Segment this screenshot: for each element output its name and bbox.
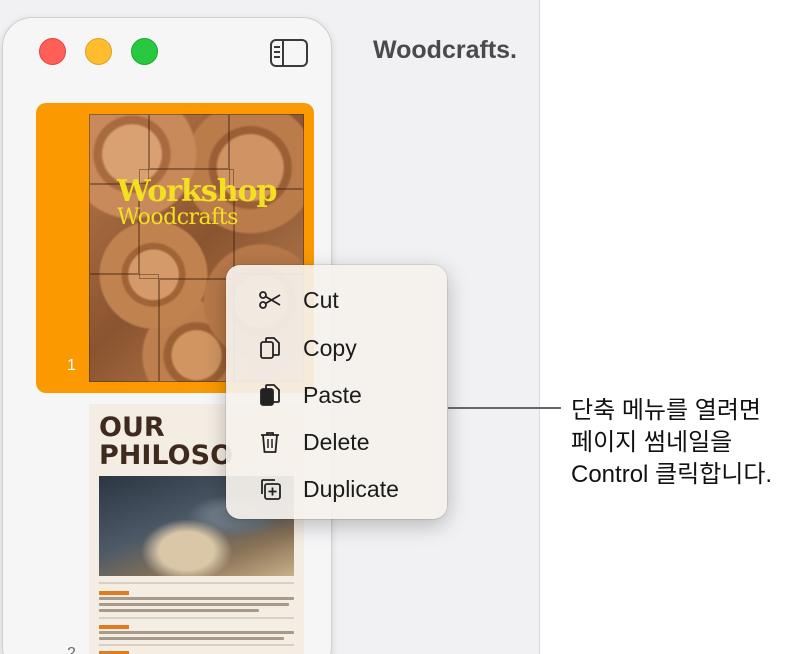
trash-icon xyxy=(258,430,282,454)
thumbnail-text-line xyxy=(99,603,289,606)
thumbnail-text-line xyxy=(99,597,294,600)
divider xyxy=(99,582,294,584)
thumbnail-heading: OUR PHILOSO xyxy=(99,412,234,471)
menu-item-label: Copy xyxy=(303,335,357,361)
minimize-window-button[interactable] xyxy=(85,38,112,65)
sidebar-icon xyxy=(270,39,308,67)
duplicate-icon xyxy=(258,477,282,501)
copy-icon xyxy=(258,336,282,360)
menu-item-duplicate[interactable]: Duplicate xyxy=(226,468,447,508)
menu-item-cut[interactable]: Cut xyxy=(226,279,447,319)
wood-block xyxy=(89,274,159,382)
thumbnail-text-line xyxy=(99,637,284,640)
thumbnail-subtitle: Woodcrafts xyxy=(117,205,238,230)
callout-text: 단축 메뉴를 열려면 페이지 썸네일을 Control 클릭합니다. xyxy=(571,397,773,488)
menu-item-delete[interactable]: Delete xyxy=(226,421,447,461)
menu-item-paste[interactable]: Paste xyxy=(226,374,447,414)
page-number-2: 2 xyxy=(67,645,76,654)
thumbnail-text-accent xyxy=(99,591,129,595)
document-title: Woodcrafts. xyxy=(373,36,517,64)
close-window-button[interactable] xyxy=(39,38,66,65)
menu-item-label: Paste xyxy=(303,382,362,408)
callout-leader-line xyxy=(448,407,561,409)
paste-icon xyxy=(258,383,282,407)
divider xyxy=(99,617,294,619)
wood-block xyxy=(159,279,234,382)
thumbnail-text-line xyxy=(99,631,294,634)
thumbnail-text-accent xyxy=(99,625,129,629)
scissors-icon xyxy=(258,288,282,312)
thumbnail-text-line xyxy=(99,609,259,612)
sidebar-toggle-button[interactable] xyxy=(270,39,308,67)
zoom-window-button[interactable] xyxy=(131,38,158,65)
wood-block xyxy=(149,114,229,169)
menu-item-label: Delete xyxy=(303,429,370,455)
app-window: Woodcrafts. Workshop Woodcrafts 1 OUR PH… xyxy=(0,0,540,654)
menu-item-copy[interactable]: Copy xyxy=(226,327,447,367)
divider xyxy=(99,644,294,646)
thumbnail-title: Workshop xyxy=(117,174,278,209)
context-menu: Cut Copy Paste Delete Duplicate xyxy=(226,265,447,519)
menu-item-label: Cut xyxy=(303,287,339,313)
page-number-1: 1 xyxy=(67,357,76,374)
menu-item-label: Duplicate xyxy=(303,476,399,502)
